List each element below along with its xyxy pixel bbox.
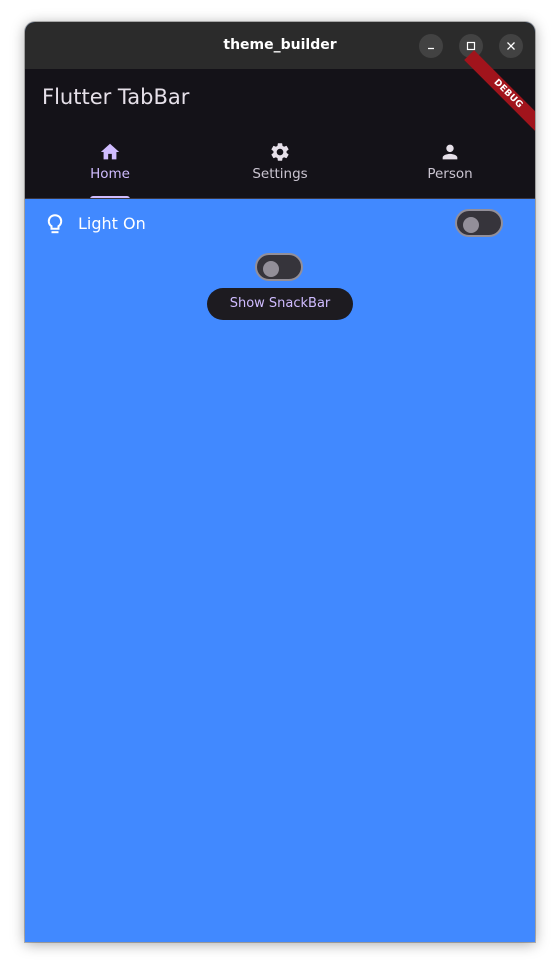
maximize-icon <box>466 41 476 51</box>
light-on-label: Light On <box>78 214 146 233</box>
light-on-switch[interactable] <box>455 209 503 237</box>
tab-settings[interactable]: Settings <box>195 135 365 199</box>
app-bar-title: Flutter TabBar <box>42 85 190 109</box>
center-switch[interactable] <box>255 253 303 281</box>
light-on-tile[interactable]: Light On <box>25 199 535 249</box>
tab-content-home: Light On Show SnackBar <box>25 199 535 942</box>
gear-icon <box>269 141 291 163</box>
app-bar: Flutter TabBar DEBUG Home Settings Perso… <box>25 50 535 199</box>
window-titlebar[interactable]: theme_builder <box>25 22 535 69</box>
tab-home-label: Home <box>90 166 130 182</box>
person-icon <box>439 141 461 163</box>
close-button[interactable] <box>499 34 523 58</box>
minimize-icon <box>428 47 434 50</box>
close-icon <box>507 42 515 50</box>
tab-person[interactable]: Person <box>365 135 535 199</box>
app-window: theme_builder Flutter TabBar DEBUG Home … <box>25 22 535 942</box>
minimize-button[interactable] <box>419 34 443 58</box>
tab-person-label: Person <box>427 166 473 182</box>
tab-bar: Home Settings Person <box>25 135 535 199</box>
home-icon <box>99 141 121 163</box>
tab-home[interactable]: Home <box>25 135 195 199</box>
lightbulb-icon <box>44 212 66 240</box>
switch-thumb <box>263 261 279 277</box>
show-snackbar-button[interactable]: Show SnackBar <box>207 288 353 320</box>
tab-settings-label: Settings <box>252 166 308 182</box>
switch-thumb <box>463 217 479 233</box>
